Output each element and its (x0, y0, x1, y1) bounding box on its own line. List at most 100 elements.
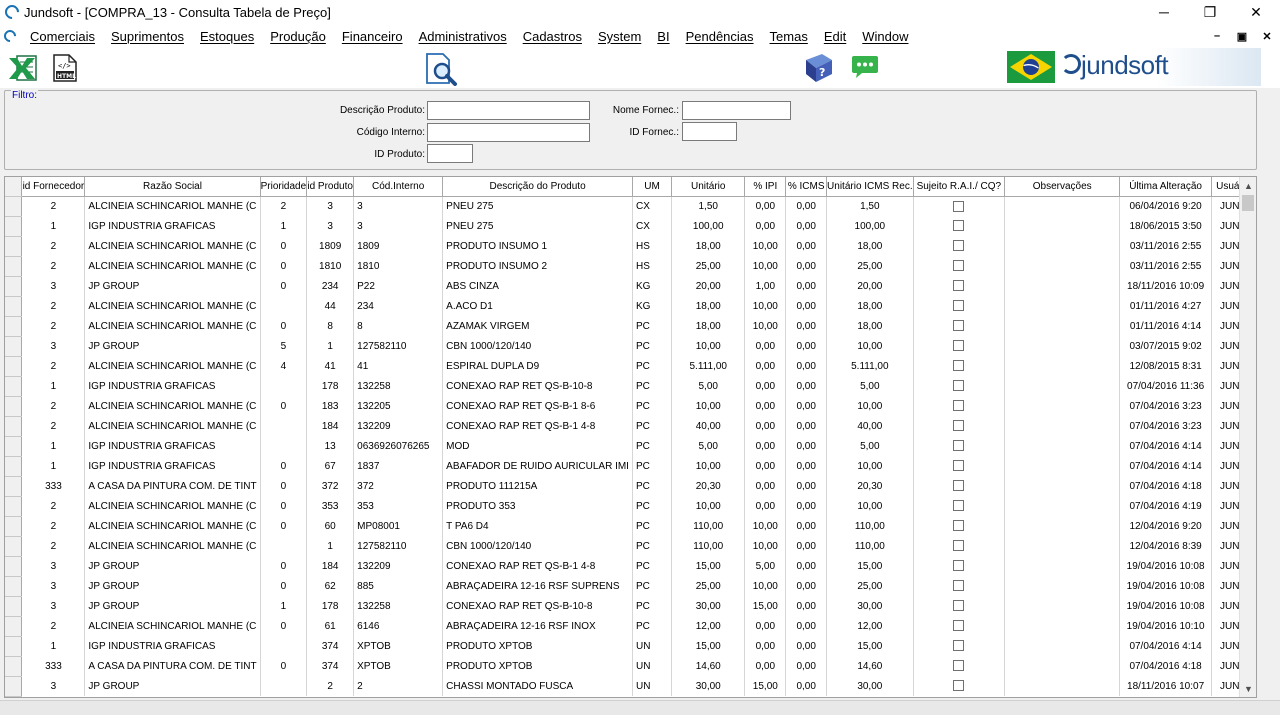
help-book-icon[interactable]: ? (802, 52, 834, 89)
menu-bi[interactable]: BI (649, 29, 677, 44)
cell-descricao-produto[interactable]: PNEU 275 (442, 196, 633, 216)
sujeito-rai-checkbox[interactable] (953, 680, 965, 692)
row-indicator[interactable] (5, 556, 23, 577)
cell-prioridade[interactable]: 2 (260, 196, 308, 216)
cell-id-fornecedor[interactable]: 2 (21, 616, 86, 636)
cell-id-produto[interactable]: 60 (306, 516, 355, 536)
menu-comerciais[interactable]: Comerciais (22, 29, 103, 44)
cell-unitario[interactable]: 15,00 (671, 556, 746, 576)
row-indicator[interactable] (5, 396, 23, 417)
cell-id-fornecedor[interactable]: 2 (21, 496, 86, 516)
cell-unitario[interactable]: 14,60 (671, 656, 746, 676)
scroll-up-icon[interactable]: ▲ (1240, 177, 1257, 194)
cell-ipi[interactable]: 1,00 (744, 276, 787, 296)
cell-prioridade[interactable] (260, 376, 308, 396)
row-indicator[interactable] (5, 656, 23, 677)
cell-prioridade[interactable]: 0 (260, 256, 308, 276)
cell-ultima-alteracao[interactable]: 03/11/2016 2:55 (1119, 236, 1212, 256)
cell-ipi[interactable]: 0,00 (744, 496, 787, 516)
cell-um[interactable]: HS (632, 256, 673, 276)
cell-icms[interactable]: 0,00 (785, 356, 828, 376)
sujeito-rai-checkbox[interactable] (953, 200, 965, 212)
cell-cod-interno[interactable]: 41 (353, 356, 444, 376)
cell-descricao-produto[interactable]: PRODUTO XPTOB (442, 656, 633, 676)
cell-descricao-produto[interactable]: A.ACO D1 (442, 296, 633, 316)
table-row[interactable]: 3 JP GROUP 0 184 132209 CONEXAO RAP RET QS-B-… (5, 556, 1256, 577)
cell-id-fornecedor[interactable]: 3 (21, 556, 86, 576)
cell-ultima-alteracao[interactable]: 19/04/2016 10:10 (1119, 616, 1212, 636)
table-row[interactable]: 2 ALCINEIA SCHINCARIOL MANHE (C 0 60 MP08001… (5, 516, 1256, 537)
table-row[interactable]: 1 IGP INDUSTRIA GRAFICAS 374 XPTOB PRODUTO X… (5, 636, 1256, 657)
cell-um[interactable]: HS (632, 236, 673, 256)
cell-cod-interno[interactable]: 132258 (353, 596, 444, 616)
cell-unitario-icms-rec[interactable]: 10,00 (826, 336, 914, 356)
table-row[interactable]: 1 IGP INDUSTRIA GRAFICAS 1 3 3 PNEU 275 CX 100,… (5, 216, 1256, 237)
cell-ultima-alteracao[interactable]: 01/11/2016 4:27 (1119, 296, 1212, 316)
cell-observacoes[interactable] (1004, 636, 1121, 656)
column-header-cod-interno[interactable]: Cód.Interno (353, 177, 444, 197)
cell-unitario-icms-rec[interactable]: 15,00 (826, 556, 914, 576)
cell-descricao-produto[interactable]: PRODUTO INSUMO 1 (442, 236, 633, 256)
cell-icms[interactable]: 0,00 (785, 276, 828, 296)
price-table-grid[interactable]: id Fornecedor Razão Social Prioridade id Pr… (4, 176, 1257, 698)
cell-unitario-icms-rec[interactable]: 1,50 (826, 196, 914, 216)
cell-unitario[interactable]: 30,00 (671, 676, 746, 696)
cell-id-produto[interactable]: 41 (306, 356, 355, 376)
cell-prioridade[interactable]: 0 (260, 456, 308, 476)
cell-descricao-produto[interactable]: CONEXAO RAP RET QS-B-1 4-8 (442, 416, 633, 436)
sujeito-rai-checkbox[interactable] (953, 640, 965, 652)
cell-id-produto[interactable]: 1 (306, 336, 355, 356)
cell-descricao-produto[interactable]: AZAMAK VIRGEM (442, 316, 633, 336)
sujeito-rai-checkbox[interactable] (953, 480, 965, 492)
cell-unitario-icms-rec[interactable]: 40,00 (826, 416, 914, 436)
cell-id-produto[interactable]: 67 (306, 456, 355, 476)
cell-unitario[interactable]: 20,00 (671, 276, 746, 296)
row-indicator[interactable] (5, 476, 23, 497)
table-row[interactable]: 2 ALCINEIA SCHINCARIOL MANHE (C 1 127582110… (5, 536, 1256, 557)
cell-unitario[interactable]: 18,00 (671, 316, 746, 336)
cell-razao-social[interactable]: IGP INDUSTRIA GRAFICAS (84, 456, 261, 476)
sujeito-rai-checkbox[interactable] (953, 340, 965, 352)
column-header-um[interactable]: UM (632, 177, 673, 197)
cell-unitario[interactable]: 10,00 (671, 396, 746, 416)
cell-icms[interactable]: 0,00 (785, 576, 828, 596)
cell-observacoes[interactable] (1004, 576, 1121, 596)
cell-ultima-alteracao[interactable]: 12/04/2016 8:39 (1119, 536, 1212, 556)
table-row[interactable]: 3 JP GROUP 2 2 CHASSI MONTADO FUSCA UN 30,00 15… (5, 676, 1256, 697)
column-header-unitario[interactable]: Unitário (671, 177, 746, 197)
id-fornec-input[interactable] (682, 122, 737, 141)
cell-prioridade[interactable]: 0 (260, 276, 308, 296)
cell-um[interactable]: UN (632, 656, 673, 676)
cell-cod-interno[interactable]: 353 (353, 496, 444, 516)
cell-id-fornecedor[interactable]: 2 (21, 196, 86, 216)
table-row[interactable]: 3 JP GROUP 0 62 885 ABRAÇADEIRA 12-16 RSF SUP… (5, 576, 1256, 597)
cell-icms[interactable]: 0,00 (785, 436, 828, 456)
cell-id-fornecedor[interactable]: 2 (21, 296, 86, 316)
cell-ultima-alteracao[interactable]: 07/04/2016 4:18 (1119, 656, 1212, 676)
cell-ultima-alteracao[interactable]: 07/04/2016 4:14 (1119, 436, 1212, 456)
close-button[interactable]: ✕ (1233, 0, 1279, 24)
cell-observacoes[interactable] (1004, 516, 1121, 536)
cell-ultima-alteracao[interactable]: 07/04/2016 4:18 (1119, 476, 1212, 496)
sujeito-rai-checkbox[interactable] (953, 560, 965, 572)
cell-razao-social[interactable]: ALCINEIA SCHINCARIOL MANHE (C (84, 236, 261, 256)
cell-cod-interno[interactable]: 8 (353, 316, 444, 336)
cell-um[interactable]: KG (632, 296, 673, 316)
cell-id-produto[interactable]: 178 (306, 596, 355, 616)
cell-ipi[interactable]: 10,00 (744, 516, 787, 536)
cell-unitario-icms-rec[interactable]: 5.111,00 (826, 356, 914, 376)
menu-edit[interactable]: Edit (816, 29, 854, 44)
cell-icms[interactable]: 0,00 (785, 476, 828, 496)
sujeito-rai-checkbox[interactable] (953, 360, 965, 372)
cell-razao-social[interactable]: IGP INDUSTRIA GRAFICAS (84, 636, 261, 656)
cell-id-produto[interactable]: 13 (306, 436, 355, 456)
row-indicator[interactable] (5, 436, 23, 457)
sujeito-rai-checkbox[interactable] (953, 660, 965, 672)
cell-observacoes[interactable] (1004, 376, 1121, 396)
cell-unitario[interactable]: 10,00 (671, 336, 746, 356)
cell-razao-social[interactable]: ALCINEIA SCHINCARIOL MANHE (C (84, 516, 261, 536)
cell-prioridade[interactable] (260, 636, 308, 656)
cell-um[interactable]: PC (632, 596, 673, 616)
menu-system[interactable]: System (590, 29, 649, 44)
cell-descricao-produto[interactable]: CHASSI MONTADO FUSCA (442, 676, 633, 696)
